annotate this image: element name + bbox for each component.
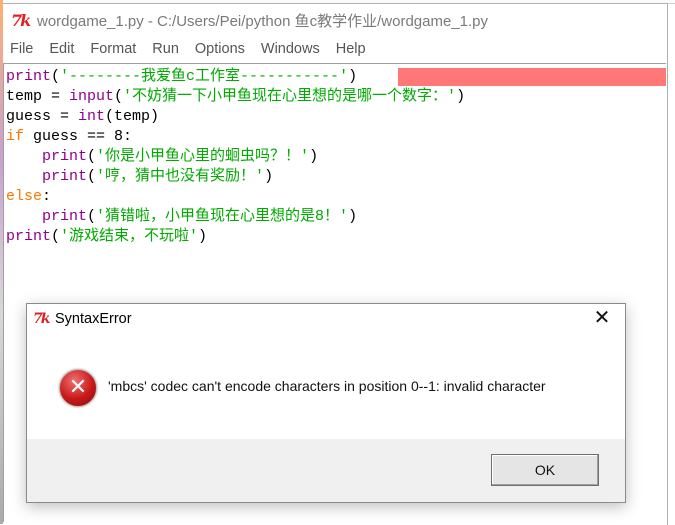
- code-token: (: [114, 88, 124, 105]
- code-token: '猜错啦，小甲鱼现在心里想的是8！': [96, 208, 349, 225]
- code-line[interactable]: guess = int(temp): [6, 107, 666, 127]
- code-line[interactable]: print('猜错啦，小甲鱼现在心里想的是8！'): [6, 207, 666, 227]
- code-token: print: [42, 208, 88, 225]
- tk-feather-icon: 7k: [33, 311, 50, 327]
- title-bar: 7k wordgame_1.py - C:/Users/Pei/python 鱼…: [3, 4, 667, 36]
- syntax-error-dialog: 7k SyntaxError ✕ ✕ 'mbcs' codec can't en…: [26, 303, 626, 503]
- code-token: ): [456, 88, 466, 105]
- code-token: '你是小甲鱼心里的蛔虫吗？！': [96, 148, 310, 165]
- dialog-title: SyntaxError: [55, 311, 132, 327]
- code-token: print: [42, 148, 88, 165]
- code-line[interactable]: print('--------我爱鱼c工作室-----------'): [6, 67, 666, 87]
- code-token: ): [348, 208, 358, 225]
- close-icon[interactable]: ✕: [593, 308, 611, 328]
- menu-windows[interactable]: Windows: [261, 41, 320, 57]
- code-token: temp =: [6, 88, 70, 105]
- menu-bar: File Edit Format Run Options Windows Hel…: [3, 36, 667, 62]
- code-token: ): [264, 168, 274, 185]
- code-token: ): [309, 148, 319, 165]
- code-token: print: [6, 68, 52, 85]
- code-token: guess =: [6, 108, 79, 125]
- code-token: else: [6, 188, 43, 205]
- error-icon: ✕: [59, 369, 97, 407]
- code-token: (: [51, 68, 61, 85]
- dialog-body: ✕ 'mbcs' codec can't encode characters i…: [27, 334, 625, 438]
- code-token: '游戏结束，不玩啦': [60, 228, 199, 245]
- code-token: (: [87, 168, 97, 185]
- tk-feather-icon: 7k: [11, 10, 31, 30]
- error-message: 'mbcs' codec can't encode characters in …: [108, 378, 546, 394]
- code-line[interactable]: if guess == 8:: [6, 127, 666, 147]
- window-title: wordgame_1.py - C:/Users/Pei/python 鱼c教学…: [37, 12, 489, 30]
- code-token: ): [348, 68, 358, 85]
- code-token: print: [6, 228, 52, 245]
- code-token: '不妨猜一下小甲鱼现在心里想的是哪一个数字：': [123, 88, 457, 105]
- code-token: ): [198, 228, 208, 245]
- menu-run[interactable]: Run: [152, 41, 179, 57]
- menu-format[interactable]: Format: [90, 41, 136, 57]
- code-token: if: [6, 128, 25, 145]
- code-token: (temp): [105, 108, 160, 125]
- code-line[interactable]: temp = input('不妨猜一下小甲鱼现在心里想的是哪一个数字：'): [6, 87, 666, 107]
- code-line[interactable]: print('你是小甲鱼心里的蛔虫吗？！'): [6, 147, 666, 167]
- code-token: '--------我爱鱼c工作室-----------': [60, 68, 349, 85]
- code-token: guess == 8:: [24, 128, 133, 145]
- code-token: input: [69, 88, 115, 105]
- code-line[interactable]: print('游戏结束，不玩啦'): [6, 227, 666, 247]
- ok-button[interactable]: OK: [491, 454, 599, 486]
- error-highlight: [398, 68, 666, 86]
- code-token: (: [87, 148, 97, 165]
- code-token: (: [51, 228, 61, 245]
- menu-options[interactable]: Options: [195, 41, 245, 57]
- dialog-title-bar: 7k SyntaxError: [27, 304, 625, 334]
- code-token: (: [87, 208, 97, 225]
- code-line[interactable]: else:: [6, 187, 666, 207]
- code-token: :: [42, 188, 52, 205]
- menu-file[interactable]: File: [10, 41, 33, 57]
- menu-help[interactable]: Help: [336, 41, 366, 57]
- code-token: '哼，猜中也没有奖励！': [96, 168, 265, 185]
- dialog-footer: OK: [27, 439, 625, 502]
- code-line[interactable]: print('哼，猜中也没有奖励！'): [6, 167, 666, 187]
- menu-edit[interactable]: Edit: [49, 41, 74, 57]
- code-token: print: [42, 168, 88, 185]
- code-token: int: [78, 108, 106, 125]
- code-area[interactable]: print('--------我爱鱼c工作室-----------') temp …: [4, 64, 666, 247]
